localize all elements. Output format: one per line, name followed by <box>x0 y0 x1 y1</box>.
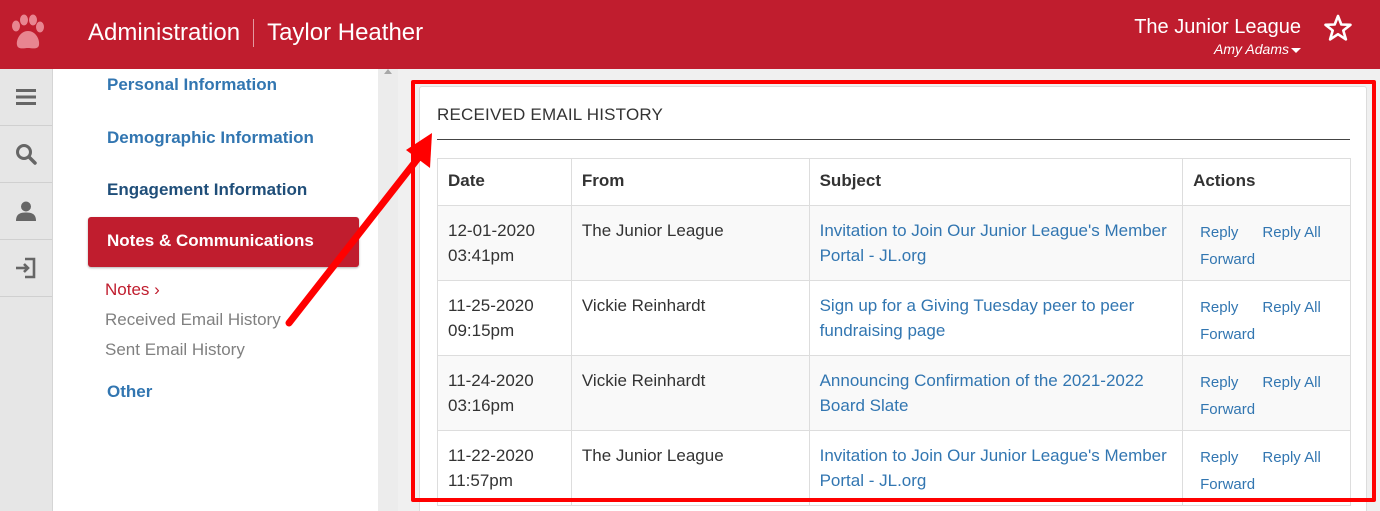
table-header-row: Date From Subject Actions <box>437 158 1351 206</box>
email-time: 11:57pm <box>448 471 513 490</box>
subject-link[interactable]: Announcing Confirmation of the 2021-2022… <box>820 371 1144 415</box>
star-icon[interactable] <box>1324 14 1352 42</box>
reply-link[interactable]: Reply <box>1200 224 1238 241</box>
rail-person[interactable] <box>0 183 52 240</box>
app-title: Administration <box>88 19 241 46</box>
reply-link[interactable]: Reply <box>1200 374 1238 391</box>
nav-received-email-history[interactable]: Received Email History <box>105 310 281 330</box>
scroll-up-icon[interactable] <box>384 69 392 74</box>
rail-signin[interactable] <box>0 240 52 297</box>
section-nav: Personal Information Demographic Informa… <box>53 69 378 511</box>
table-row: 12-01-2020 03:41pm The Junior League Invi… <box>437 205 1351 281</box>
scrollbar[interactable] <box>378 69 398 511</box>
email-date: 11-24-2020 <box>448 371 534 390</box>
table-row: 11-24-2020 03:16pm Vickie Reinhardt Annou… <box>437 355 1351 431</box>
subject-cell: Invitation to Join Our Junior League's M… <box>808 430 1184 506</box>
rail-menu[interactable] <box>0 69 52 126</box>
rail-search[interactable] <box>0 126 52 183</box>
title-rule <box>437 139 1350 140</box>
email-date: 12-01-2020 <box>448 221 535 240</box>
nav-notes-communications[interactable]: Notes & Communications <box>88 217 359 267</box>
forward-link[interactable]: Forward <box>1200 401 1255 418</box>
col-date: Date <box>437 158 572 206</box>
top-header: Administration Taylor Heather The Junior… <box>0 0 1380 69</box>
date-cell: 11-25-2020 09:15pm <box>437 280 572 356</box>
forward-link[interactable]: Forward <box>1200 251 1255 268</box>
reply-all-link[interactable]: Reply All <box>1262 224 1320 241</box>
chevron-right-icon: › <box>154 280 160 299</box>
email-time: 03:41pm <box>448 246 515 265</box>
email-time: 09:15pm <box>448 321 515 340</box>
nav-sent-email-history[interactable]: Sent Email History <box>105 340 245 360</box>
forward-link[interactable]: Forward <box>1200 326 1255 343</box>
from-cell: Vickie Reinhardt <box>570 280 810 356</box>
user-menu[interactable]: Amy Adams <box>1214 41 1301 57</box>
record-name: Taylor Heather <box>267 19 424 46</box>
date-cell: 11-22-2020 11:57pm <box>437 430 572 506</box>
email-history-panel: RECEIVED EMAIL HISTORY Date From Subject… <box>419 86 1367 511</box>
subject-link[interactable]: Invitation to Join Our Junior League's M… <box>820 446 1167 490</box>
org-name[interactable]: The Junior League <box>1134 16 1301 39</box>
nav-notes-label[interactable]: Notes <box>105 280 149 299</box>
from-cell: Vickie Reinhardt <box>570 355 810 431</box>
table-row: 11-22-2020 11:57pm The Junior League Invi… <box>437 430 1351 506</box>
date-cell: 12-01-2020 03:41pm <box>437 205 572 281</box>
panel-title: RECEIVED EMAIL HISTORY <box>437 105 664 124</box>
date-cell: 11-24-2020 03:16pm <box>437 355 572 431</box>
col-subject: Subject <box>808 158 1184 206</box>
actions-cell: Reply Reply All Forward <box>1182 205 1351 281</box>
actions-cell: Reply Reply All Forward <box>1182 430 1351 506</box>
user-name[interactable]: Amy Adams <box>1214 41 1289 57</box>
sign-in-icon[interactable] <box>15 257 37 279</box>
col-actions: Actions <box>1182 158 1351 206</box>
reply-all-link[interactable]: Reply All <box>1262 449 1320 466</box>
email-date: 11-25-2020 <box>448 296 534 315</box>
actions-cell: Reply Reply All Forward <box>1182 280 1351 356</box>
main-content: RECEIVED EMAIL HISTORY Date From Subject… <box>398 69 1380 511</box>
nav-engagement-information[interactable]: Engagement Information <box>107 180 307 200</box>
subject-cell: Invitation to Join Our Junior League's M… <box>808 205 1184 281</box>
reply-all-link[interactable]: Reply All <box>1262 374 1320 391</box>
menu-icon[interactable] <box>15 86 37 108</box>
reply-all-link[interactable]: Reply All <box>1262 299 1320 316</box>
subject-cell: Sign up for a Giving Tuesday peer to pee… <box>808 280 1184 356</box>
nav-personal-information[interactable]: Personal Information <box>107 75 277 95</box>
subject-link[interactable]: Sign up for a Giving Tuesday peer to pee… <box>820 296 1135 340</box>
paw-icon[interactable] <box>8 14 46 54</box>
col-from: From <box>570 158 810 206</box>
title-divider <box>253 19 255 47</box>
reply-link[interactable]: Reply <box>1200 299 1238 316</box>
table-row: 11-25-2020 09:15pm Vickie Reinhardt Sign … <box>437 280 1351 356</box>
forward-link[interactable]: Forward <box>1200 476 1255 493</box>
nav-notes[interactable]: Notes › <box>105 280 160 300</box>
person-icon[interactable] <box>15 200 37 222</box>
email-date: 11-22-2020 <box>448 446 534 465</box>
email-time: 03:16pm <box>448 396 515 415</box>
from-cell: The Junior League <box>570 205 810 281</box>
reply-link[interactable]: Reply <box>1200 449 1238 466</box>
nav-other[interactable]: Other <box>107 382 152 402</box>
search-icon[interactable] <box>15 143 37 165</box>
actions-cell: Reply Reply All Forward <box>1182 355 1351 431</box>
subject-cell: Announcing Confirmation of the 2021-2022… <box>808 355 1184 431</box>
icon-rail <box>0 69 53 511</box>
caret-down-icon[interactable] <box>1291 47 1301 53</box>
from-cell: The Junior League <box>570 430 810 506</box>
nav-demographic-information[interactable]: Demographic Information <box>107 128 314 148</box>
email-table: Date From Subject Actions 12-01-2020 03:4… <box>437 158 1351 506</box>
subject-link[interactable]: Invitation to Join Our Junior League's M… <box>820 221 1167 265</box>
